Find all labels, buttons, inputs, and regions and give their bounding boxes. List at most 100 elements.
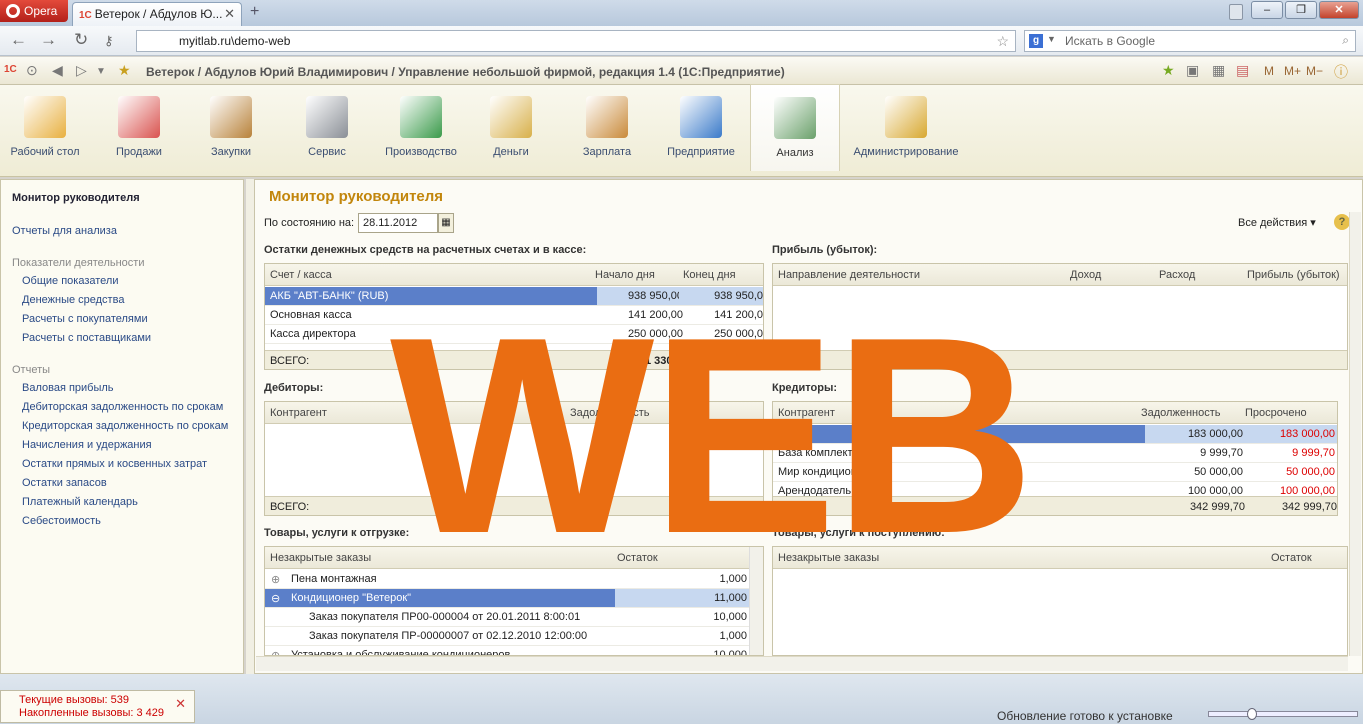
column-header[interactable]: Начало дня [595,269,655,281]
search-icon[interactable]: ⌕ [1342,33,1349,48]
tree-scrollbar[interactable] [749,547,763,655]
memory-plus-button[interactable]: M+ [1284,64,1301,78]
restore-icon[interactable]: ❐ [1285,1,1317,19]
table-header: Счет / касса Начало дня Конец дня [265,264,763,286]
table-row[interactable]: Мир кондиционеров 50 000,00 50 000,00 [773,463,1337,482]
collapse-icon[interactable]: ⊖ [271,592,280,605]
horizontal-scrollbar[interactable] [256,656,1348,671]
column-header[interactable]: Контрагент [778,407,835,419]
favorites-star-icon[interactable]: ★ [118,62,131,79]
section-2[interactable]: Закупки [186,90,276,158]
panel-splitter[interactable] [246,179,254,674]
close-window-icon[interactable]: ✕ [1319,1,1359,19]
print-icon[interactable]: ▣ [1186,62,1199,79]
column-header[interactable]: Конец дня [683,269,736,281]
address-input[interactable]: myitlab.ru\demo-web ☆ [136,30,1016,52]
new-tab-icon[interactable]: + [250,3,259,21]
table-row[interactable]: Касса директора 250 000,00 250 000,0 [265,325,763,344]
favorites-add-icon[interactable]: ★ [1162,62,1175,79]
tree-row[interactable]: ⊕ Пена монтажная 1,000 [265,570,763,589]
nav-reports-link[interactable]: Отчеты для анализа [12,225,117,237]
section-5[interactable]: Деньги [466,90,556,158]
main-menu-icon[interactable]: ⊙ [26,62,38,79]
table-row[interactable]: 183 000,00 183 000,00 [773,425,1337,444]
calculator-icon[interactable]: ▦ [1212,62,1225,79]
nav-link[interactable]: Валовая прибыль [22,382,114,394]
nav-link[interactable]: Остатки запасов [22,477,107,489]
memory-minus-button[interactable]: M− [1306,64,1323,78]
column-header[interactable]: Задолженность [1141,407,1221,419]
nav-link[interactable]: Кредиторская задолженность по срокам [22,420,228,432]
column-header[interactable]: Просрочено [1245,407,1307,419]
section-3[interactable]: Сервис [282,90,372,158]
trash-icon[interactable] [1229,4,1243,20]
column-header[interactable]: Незакрытые заказы [778,552,879,564]
zoom-thumb[interactable] [1247,708,1257,720]
tree-row[interactable]: ⊕ Установка и обслуживание кондиционеров 1… [265,646,763,655]
tree-row[interactable]: ⊖ Кондиционер "Ветерок" 11,000 [265,589,763,608]
history-forward-icon[interactable]: ▷ [76,62,87,79]
calendar-picker-icon[interactable]: ▦ [438,213,454,233]
calendar-icon[interactable]: ▤ [1236,62,1249,79]
expand-icon[interactable]: ⊕ [271,649,280,655]
back-icon[interactable]: ← [10,30,27,50]
bookmark-star-icon[interactable]: ☆ [996,33,1009,50]
section-label: Производство [385,146,457,158]
table-row[interactable]: База комплектующих 9 999,70 9 999,70 [773,444,1337,463]
column-header[interactable]: Контрагент [270,407,327,419]
search-engine-dropdown-icon[interactable]: ▼ [1047,34,1056,44]
column-header[interactable]: Прибыль (убыток) [1247,269,1340,281]
table-row[interactable]: Основная касса 141 200,00 141 200,0 [265,306,763,325]
table-row[interactable]: АКБ "АВТ-БАНК" (RUB) 938 950,00 938 950,0 [265,287,763,306]
section-9[interactable]: Администрирование [850,90,962,158]
all-actions-button[interactable]: Все действия ▾ [1238,216,1316,229]
tree-row[interactable]: Заказ покупателя ПР00-000004 от 20.01.20… [265,608,763,627]
update-status[interactable]: Обновление готово к установке [997,709,1173,723]
column-header[interactable]: Расход [1159,269,1195,281]
section-1[interactable]: Продажи [94,90,184,158]
column-header[interactable]: Незакрытые заказы [270,552,371,564]
zoom-slider[interactable] [1208,708,1358,720]
key-icon[interactable]: ⚷ [104,33,114,49]
tab-close-icon[interactable]: ✕ [224,6,235,22]
section-4[interactable]: Производство [376,90,466,158]
vertical-scrollbar[interactable] [1349,212,1361,656]
column-header[interactable]: Счет / касса [270,269,332,281]
search-input[interactable]: g ▼ Искать в Google ⌕ [1024,30,1356,52]
nav-current-title[interactable]: Монитор руководителя [12,192,140,204]
column-header[interactable]: Доход [1070,269,1101,281]
nav-link[interactable]: Начисления и удержания [22,439,152,451]
1c-logo-icon[interactable]: 1С [4,64,17,75]
memory-button[interactable]: M [1264,64,1274,78]
nav-link[interactable]: Остатки прямых и косвенных затрат [22,458,207,470]
nav-link[interactable]: Себестоимость [22,515,101,527]
forward-icon[interactable]: → [40,30,57,50]
tree-row[interactable]: Заказ покупателя ПР-00000007 от 02.12.20… [265,627,763,646]
date-field[interactable]: 28.11.2012 [358,213,438,233]
nav-link[interactable]: Дебиторская задолженность по срокам [22,401,223,413]
column-header[interactable]: Направление деятельности [778,269,920,281]
nav-link[interactable]: Расчеты с поставщиками [22,332,151,344]
nav-link[interactable]: Расчеты с покупателями [22,313,148,325]
close-icon[interactable]: ✕ [175,697,186,710]
help-icon[interactable]: ? [1334,214,1350,230]
column-header[interactable]: Остаток [617,552,658,564]
history-back-icon[interactable]: ◀ [52,62,63,79]
nav-link[interactable]: Денежные средства [22,294,124,306]
reload-icon[interactable]: ↻ [74,30,88,50]
nav-link[interactable]: Платежный календарь [22,496,138,508]
opera-menu-button[interactable]: Opera [0,0,68,22]
section-7[interactable]: Предприятие [656,90,746,158]
column-header[interactable]: Остаток [1271,552,1312,564]
info-icon[interactable]: ⓘ [1334,62,1348,82]
section-6[interactable]: Зарплата [562,90,652,158]
section-8[interactable]: Анализ [750,84,840,171]
column-header[interactable]: Задолженность [570,407,650,419]
expand-icon[interactable]: ⊕ [271,573,280,586]
nav-link[interactable]: Общие показатели [22,275,119,287]
profit-table: Направление деятельности Доход Расход Пр… [772,263,1348,370]
history-dropdown-icon[interactable]: ▼ [96,66,106,77]
browser-tab[interactable]: 1С Ветерок / Абдулов Ю... ✕ [72,2,242,26]
section-0[interactable]: Рабочий стол [0,90,90,158]
minimize-icon[interactable]: – [1251,1,1283,19]
